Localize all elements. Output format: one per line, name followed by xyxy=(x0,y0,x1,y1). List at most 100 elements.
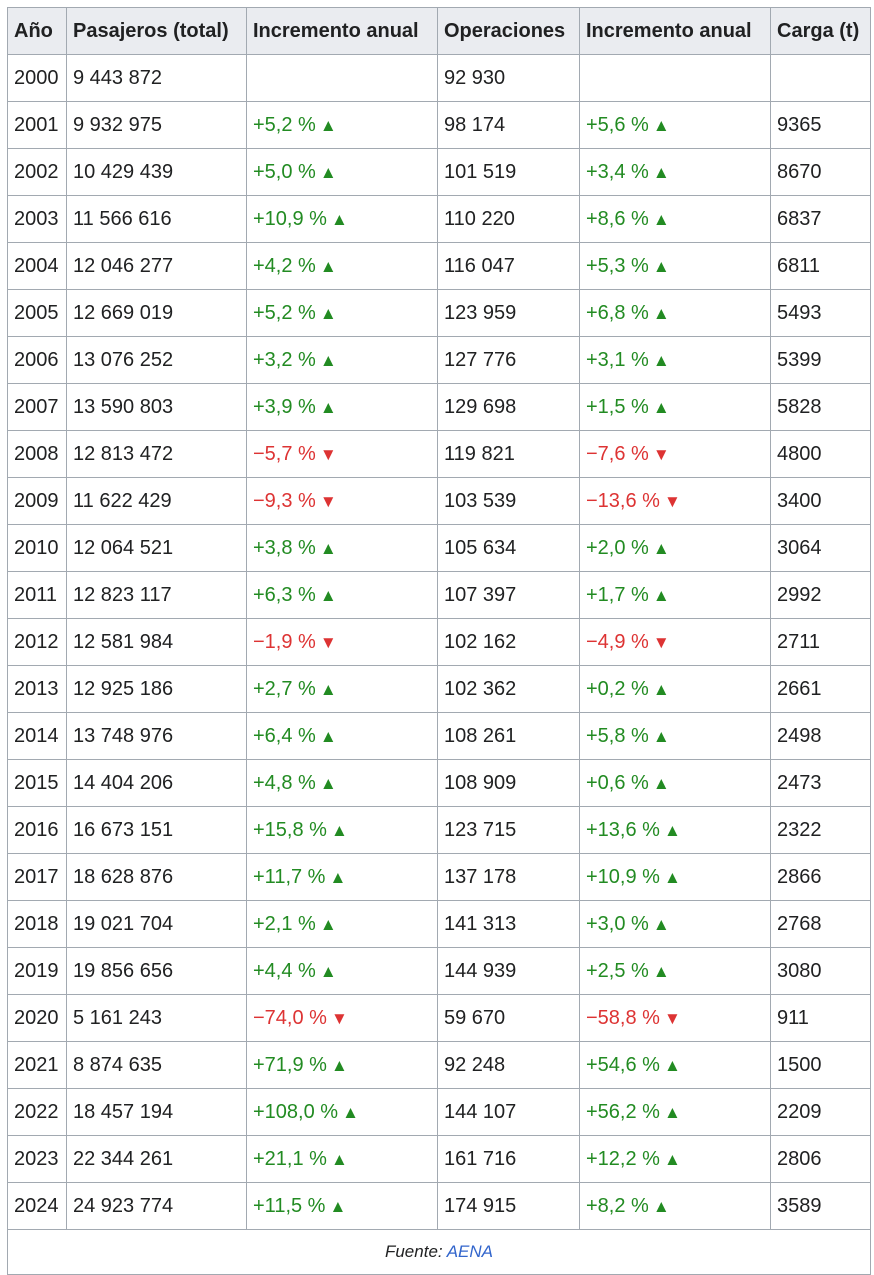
passengers-cell: 19 856 656 xyxy=(66,947,247,995)
triangle-up-icon: ▲ xyxy=(319,303,337,323)
operations-cell: 108 261 xyxy=(437,712,580,760)
triangle-up-icon: ▲ xyxy=(663,1055,681,1075)
passengers-change-cell: +3,9 % ▲ xyxy=(246,383,438,431)
table-row: 2013 12 925 186 +2,7 % ▲ 102 362 +0,2 % ▲ 2661 xyxy=(7,665,871,713)
table-row: 2019 19 856 656 +4,4 % ▲ 144 939 +2,5 % ▲ 3080 xyxy=(7,947,871,995)
cargo-cell: 2992 xyxy=(770,571,871,619)
operations-cell: 107 397 xyxy=(437,571,580,619)
header-passengers[interactable]: Pasajeros (total) xyxy=(66,7,247,55)
increase-value: +11,5 % xyxy=(253,1194,326,1217)
airport-statistics-table: Año Pasajeros (total) Incremento anual O… xyxy=(7,7,871,1275)
triangle-up-icon: ▲ xyxy=(319,679,337,699)
operations-cell: 98 174 xyxy=(437,101,580,149)
table-row: 2020 5 161 243 −74,0 % ▼ 59 670 −58,8 % ▼ 911 xyxy=(7,994,871,1042)
operations-cell: 144 107 xyxy=(437,1088,580,1136)
table-row: 2015 14 404 206 +4,8 % ▲ 108 909 +0,6 % ▲ 2473 xyxy=(7,759,871,807)
table-row: 2009 11 622 429 −9,3 % ▼ 103 539 −13,6 % ▼ 3400 xyxy=(7,477,871,525)
increase-value: +3,8 % xyxy=(253,536,316,559)
table-row: 2003 11 566 616 +10,9 % ▲ 110 220 +8,6 % ▲ 6837 xyxy=(7,195,871,243)
triangle-up-icon: ▲ xyxy=(330,1055,348,1075)
cargo-cell: 2768 xyxy=(770,900,871,948)
operations-cell: 127 776 xyxy=(437,336,580,384)
year-cell: 2005 xyxy=(7,289,67,337)
decrease-value: −4,9 % xyxy=(586,630,649,653)
cargo-cell: 3400 xyxy=(770,477,871,525)
operations-cell: 103 539 xyxy=(437,477,580,525)
table-row: 2007 13 590 803 +3,9 % ▲ 129 698 +1,5 % ▲ 5828 xyxy=(7,383,871,431)
year-cell: 2013 xyxy=(7,665,67,713)
triangle-up-icon: ▲ xyxy=(663,867,681,887)
cargo-cell: 3080 xyxy=(770,947,871,995)
increase-value: +6,3 % xyxy=(253,583,316,606)
operations-cell: 174 915 xyxy=(437,1182,580,1230)
passengers-change-cell: −9,3 % ▼ xyxy=(246,477,438,525)
cargo-cell: 3064 xyxy=(770,524,871,572)
increase-value: +56,2 % xyxy=(586,1100,660,1123)
header-operations-change[interactable]: Incremento anual xyxy=(579,7,771,55)
triangle-down-icon: ▼ xyxy=(319,632,337,652)
year-cell: 2004 xyxy=(7,242,67,290)
operations-cell: 59 670 xyxy=(437,994,580,1042)
passengers-cell: 13 590 803 xyxy=(66,383,247,431)
year-cell: 2007 xyxy=(7,383,67,431)
triangle-up-icon: ▲ xyxy=(652,162,670,182)
increase-value: +1,7 % xyxy=(586,583,649,606)
increase-value: +8,2 % xyxy=(586,1194,649,1217)
triangle-up-icon: ▲ xyxy=(319,773,337,793)
triangle-down-icon: ▼ xyxy=(319,444,337,464)
triangle-up-icon: ▲ xyxy=(652,1196,670,1216)
passengers-change-cell: +2,1 % ▲ xyxy=(246,900,438,948)
year-cell: 2008 xyxy=(7,430,67,478)
table-row: 2016 16 673 151 +15,8 % ▲ 123 715 +13,6 % ▲ 232… xyxy=(7,806,871,854)
triangle-up-icon: ▲ xyxy=(663,820,681,840)
passengers-change-cell: +108,0 % ▲ xyxy=(246,1088,438,1136)
triangle-down-icon: ▼ xyxy=(663,491,681,511)
operations-change-cell: +8,6 % ▲ xyxy=(579,195,771,243)
passengers-cell: 22 344 261 xyxy=(66,1135,247,1183)
triangle-up-icon: ▲ xyxy=(652,209,670,229)
increase-value: +5,3 % xyxy=(586,254,649,277)
source-link[interactable]: AENA xyxy=(447,1242,493,1261)
triangle-up-icon: ▲ xyxy=(652,773,670,793)
increase-value: +10,9 % xyxy=(253,207,327,230)
year-cell: 2017 xyxy=(7,853,67,901)
passengers-change-cell: +3,2 % ▲ xyxy=(246,336,438,384)
operations-cell: 119 821 xyxy=(437,430,580,478)
year-cell: 2009 xyxy=(7,477,67,525)
passengers-change-cell xyxy=(246,54,438,102)
header-year[interactable]: Año xyxy=(7,7,67,55)
triangle-up-icon: ▲ xyxy=(319,726,337,746)
table-row: 2005 12 669 019 +5,2 % ▲ 123 959 +6,8 % ▲ 5493 xyxy=(7,289,871,337)
header-cargo[interactable]: Carga (t) xyxy=(770,7,871,55)
header-operations[interactable]: Operaciones xyxy=(437,7,580,55)
passengers-change-cell: +71,9 % ▲ xyxy=(246,1041,438,1089)
cargo-cell: 4800 xyxy=(770,430,871,478)
table-row: 2002 10 429 439 +5,0 % ▲ 101 519 +3,4 % ▲ 8670 xyxy=(7,148,871,196)
passengers-change-cell: +11,7 % ▲ xyxy=(246,853,438,901)
table-row: 2004 12 046 277 +4,2 % ▲ 116 047 +5,3 % ▲ 6811 xyxy=(7,242,871,290)
cargo-cell: 2711 xyxy=(770,618,871,666)
cargo-cell: 5493 xyxy=(770,289,871,337)
increase-value: +2,7 % xyxy=(253,677,316,700)
operations-cell: 141 313 xyxy=(437,900,580,948)
passengers-cell: 9 443 872 xyxy=(66,54,247,102)
triangle-up-icon: ▲ xyxy=(652,115,670,135)
increase-value: +5,6 % xyxy=(586,113,649,136)
table-row: 2006 13 076 252 +3,2 % ▲ 127 776 +3,1 % ▲ 5399 xyxy=(7,336,871,384)
table-row: 2021 8 874 635 +71,9 % ▲ 92 248 +54,6 % ▲ 1500 xyxy=(7,1041,871,1089)
passengers-change-cell: +4,2 % ▲ xyxy=(246,242,438,290)
operations-cell: 92 930 xyxy=(437,54,580,102)
operations-change-cell: +1,7 % ▲ xyxy=(579,571,771,619)
operations-cell: 108 909 xyxy=(437,759,580,807)
triangle-up-icon: ▲ xyxy=(652,726,670,746)
increase-value: +2,0 % xyxy=(586,536,649,559)
cargo-cell: 2866 xyxy=(770,853,871,901)
year-cell: 2023 xyxy=(7,1135,67,1183)
source-note: Fuente: AENA xyxy=(7,1229,871,1275)
header-row: Año Pasajeros (total) Incremento anual O… xyxy=(7,7,871,55)
header-passengers-change[interactable]: Incremento anual xyxy=(246,7,438,55)
passengers-cell: 8 874 635 xyxy=(66,1041,247,1089)
triangle-up-icon: ▲ xyxy=(319,397,337,417)
increase-value: +5,0 % xyxy=(253,160,316,183)
table-row: 2014 13 748 976 +6,4 % ▲ 108 261 +5,8 % ▲ 2498 xyxy=(7,712,871,760)
